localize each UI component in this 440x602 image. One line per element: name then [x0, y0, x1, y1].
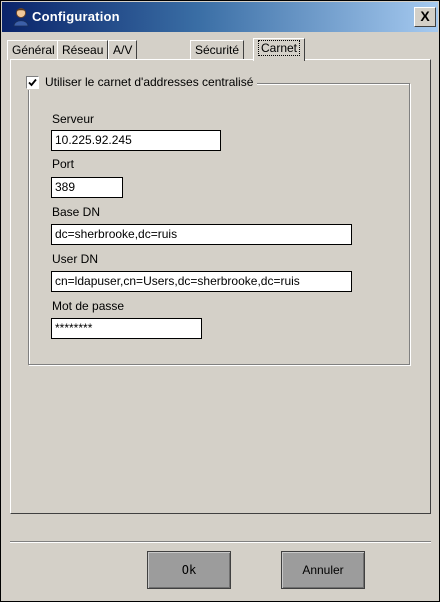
window-title: Configuration: [32, 9, 120, 24]
tab-label: Carnet: [258, 40, 301, 56]
user-dn-input[interactable]: cn=ldapuser,cn=Users,dc=sherbrooke,dc=ru…: [51, 271, 352, 292]
tab-securite[interactable]: Sécurité: [190, 40, 245, 60]
footer-divider: [10, 541, 431, 543]
ok-button[interactable]: Ok: [147, 551, 231, 589]
password-input[interactable]: ********: [51, 318, 202, 339]
configuration-window: Configuration X Général Réseau A/V Sécur…: [0, 0, 440, 602]
close-button[interactable]: X: [414, 7, 436, 27]
user-icon: [12, 7, 32, 27]
server-input[interactable]: 10.225.92.245: [51, 130, 221, 151]
checkmark-icon: [28, 78, 37, 86]
tab-reseau[interactable]: Réseau: [57, 40, 109, 60]
carnet-panel: Utiliser le carnet d'addresses centralis…: [10, 59, 431, 514]
tab-gap: [139, 40, 151, 60]
close-icon: X: [420, 8, 430, 24]
user-dn-label: User DN: [52, 252, 99, 266]
title-bar[interactable]: Configuration X: [2, 2, 438, 32]
tab-label: Sécurité: [195, 43, 240, 57]
checkbox-label: Utiliser le carnet d'addresses centralis…: [45, 75, 254, 89]
base-dn-label: Base DN: [52, 205, 101, 219]
base-dn-input[interactable]: dc=sherbrooke,dc=ruis: [51, 224, 352, 245]
tab-carnet[interactable]: Carnet: [253, 38, 306, 61]
tab-general[interactable]: Général: [7, 40, 60, 60]
server-label: Serveur: [52, 112, 95, 126]
tab-label: Réseau: [62, 43, 104, 57]
cancel-button[interactable]: Annuler: [281, 551, 365, 589]
password-label: Mot de passe: [52, 299, 125, 313]
ok-button-label: Ok: [181, 563, 197, 577]
tab-label: A/V: [113, 43, 133, 57]
tab-label: Général: [12, 43, 55, 57]
cancel-button-label: Annuler: [302, 563, 344, 577]
centralized-addressbook-toggle[interactable]: Utiliser le carnet d'addresses centralis…: [22, 74, 258, 90]
port-label: Port: [52, 157, 75, 171]
port-input[interactable]: 389: [51, 177, 123, 198]
tab-av[interactable]: A/V: [108, 40, 138, 60]
centralized-checkbox[interactable]: [26, 75, 39, 89]
